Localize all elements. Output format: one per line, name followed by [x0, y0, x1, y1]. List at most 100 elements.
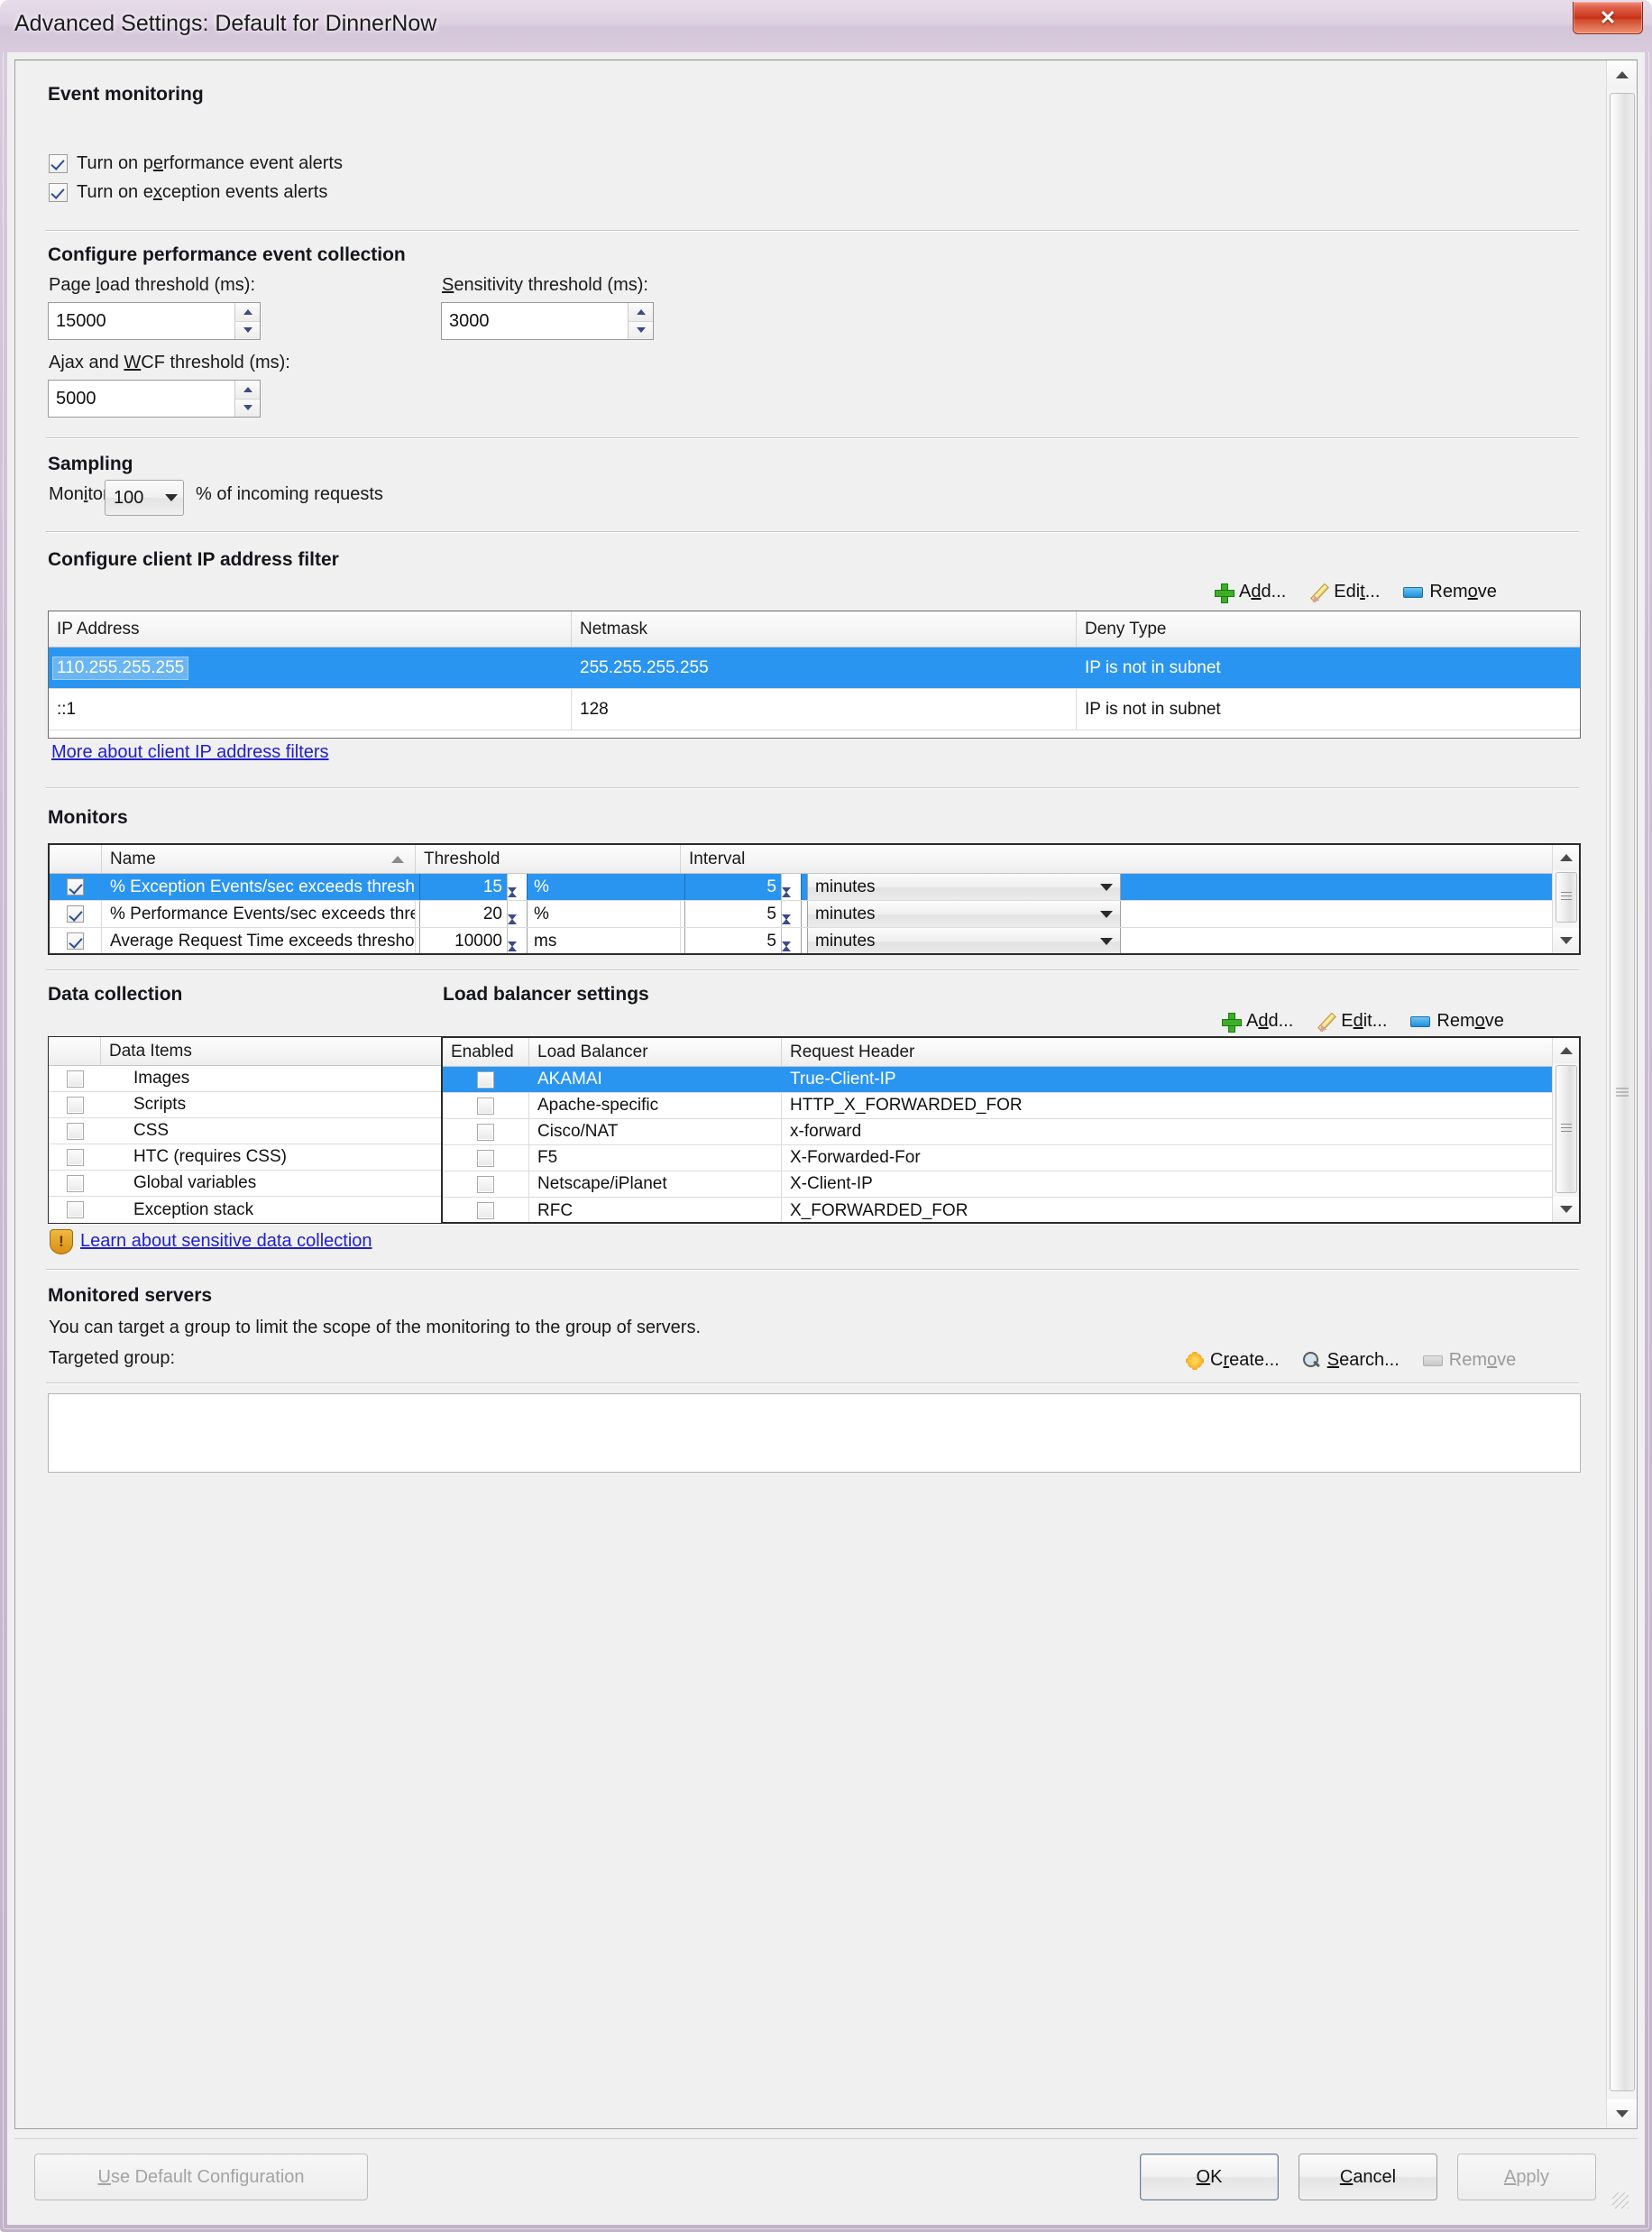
monitors-col-name[interactable]: Name: [102, 845, 416, 873]
data-item-checkbox-cell[interactable]: [49, 1197, 101, 1223]
scroll-up-icon[interactable]: [1553, 1038, 1579, 1063]
load-balancer-edit-button[interactable]: Edit...: [1317, 1011, 1387, 1032]
monitors-cell-threshold[interactable]: 10000 ms: [416, 928, 681, 953]
scroll-up-icon[interactable]: [1607, 60, 1637, 89]
checkbox-scripts[interactable]: [66, 1096, 84, 1114]
checkbox-exception-stack[interactable]: [66, 1201, 84, 1218]
data-item-checkbox-cell[interactable]: [49, 1092, 101, 1117]
page-load-threshold-field[interactable]: 15000: [48, 302, 261, 340]
threshold-spinner[interactable]: [507, 874, 527, 900]
targeted-group-field[interactable]: [48, 1393, 1581, 1473]
monitors-col-interval[interactable]: Interval: [681, 845, 1579, 873]
monitors-cell-interval[interactable]: 5 minutes: [681, 874, 1579, 900]
checkbox-lb-enabled[interactable]: [477, 1149, 494, 1167]
table-row[interactable]: ::1 128 IP is not in subnet: [49, 689, 1580, 730]
checkbox-lb-enabled[interactable]: [477, 1097, 494, 1115]
spinner-down-icon[interactable]: [629, 321, 653, 339]
checkbox-monitor-enabled[interactable]: [67, 878, 84, 896]
load-balancer-grid-scrollbar[interactable]: [1552, 1038, 1579, 1222]
checkbox-images[interactable]: [66, 1070, 84, 1088]
data-item-checkbox-cell[interactable]: [49, 1066, 101, 1091]
lb-cell-enabled[interactable]: [443, 1198, 529, 1222]
spinner-down-icon[interactable]: [235, 321, 260, 339]
table-row[interactable]: RFC X_FORWARDED_FOR: [443, 1198, 1579, 1222]
ip-filter-edit-button[interactable]: Edit...: [1309, 582, 1380, 602]
scroll-down-icon[interactable]: [1553, 1197, 1579, 1222]
ip-filter-remove-button[interactable]: Remove: [1403, 582, 1497, 602]
monitored-servers-search-button[interactable]: Search...: [1302, 1350, 1400, 1371]
ip-filter-col-netmask[interactable]: Netmask: [572, 611, 1077, 647]
table-row[interactable]: 110.255.255.255 255.255.255.255 IP is no…: [49, 648, 1580, 689]
lb-cell-enabled[interactable]: [443, 1093, 529, 1118]
sensitivity-threshold-spinner[interactable]: [628, 303, 653, 339]
load-balancer-scroll-thumb[interactable]: [1556, 1065, 1577, 1193]
interval-spinner[interactable]: [781, 874, 801, 900]
table-row[interactable]: Cisco/NAT x-forward: [443, 1119, 1579, 1145]
lb-cell-enabled[interactable]: [443, 1119, 529, 1144]
main-scroll-thumb[interactable]: [1610, 93, 1635, 2091]
lb-cell-enabled[interactable]: [443, 1145, 529, 1171]
lb-col-header[interactable]: Request Header: [782, 1038, 1579, 1066]
lb-col-enabled[interactable]: Enabled: [443, 1038, 529, 1066]
checkbox-monitor-enabled[interactable]: [67, 932, 84, 950]
table-row[interactable]: % Performance Events/sec exceeds thresho…: [50, 901, 1579, 928]
sensitive-data-link[interactable]: Learn about sensitive data collection: [80, 1231, 372, 1252]
checkbox-global-variables[interactable]: [66, 1174, 84, 1192]
table-row[interactable]: F5 X-Forwarded-For: [443, 1145, 1579, 1171]
checkbox-exception-events-alerts[interactable]: [49, 183, 68, 202]
checkbox-htc[interactable]: [66, 1148, 84, 1166]
monitors-cell-threshold[interactable]: 20 %: [416, 901, 681, 927]
data-item-checkbox-cell[interactable]: [49, 1144, 101, 1170]
monitors-cell-threshold[interactable]: 15 %: [416, 874, 681, 900]
checkbox-lb-enabled[interactable]: [477, 1202, 494, 1219]
interval-spinner[interactable]: [781, 901, 801, 927]
interval-unit-combo[interactable]: minutes: [807, 901, 1121, 927]
cancel-button[interactable]: Cancel: [1299, 2154, 1437, 2200]
sampling-percent-combo[interactable]: 100: [105, 480, 184, 516]
interval-unit-combo[interactable]: minutes: [807, 928, 1121, 953]
scroll-down-icon[interactable]: [1553, 928, 1579, 953]
page-load-threshold-spinner[interactable]: [234, 303, 260, 339]
table-row[interactable]: % Exception Events/sec exceeds threshold…: [50, 874, 1579, 901]
checkbox-css[interactable]: [66, 1122, 84, 1140]
interval-spinner[interactable]: [781, 928, 801, 953]
spinner-up-icon[interactable]: [235, 381, 260, 400]
data-item-checkbox-cell[interactable]: [49, 1118, 101, 1144]
monitors-cell-interval[interactable]: 5 minutes: [681, 901, 1579, 927]
spinner-up-icon[interactable]: [629, 303, 653, 322]
spinner-down-icon[interactable]: [235, 399, 260, 417]
scroll-down-icon[interactable]: [1607, 2099, 1637, 2128]
checkbox-performance-event-alerts[interactable]: [49, 154, 68, 173]
close-button[interactable]: ✕: [1573, 2, 1643, 34]
table-row[interactable]: Average Request Time exceeds threshold 1…: [50, 928, 1579, 953]
monitors-cell-check[interactable]: [50, 901, 102, 927]
data-item-checkbox-cell[interactable]: [49, 1171, 101, 1196]
table-row[interactable]: AKAMAI True-Client-IP: [443, 1067, 1579, 1093]
monitors-cell-interval[interactable]: 5 minutes: [681, 928, 1579, 953]
monitors-scroll-thumb[interactable]: [1556, 872, 1577, 923]
spinner-up-icon[interactable]: [235, 303, 260, 322]
checkbox-monitor-enabled[interactable]: [67, 905, 84, 923]
load-balancer-grid[interactable]: Enabled Load Balancer Request Header AKA…: [441, 1036, 1581, 1224]
ip-filter-col-deny[interactable]: Deny Type: [1077, 611, 1580, 647]
ajax-wcf-threshold-spinner[interactable]: [234, 381, 260, 417]
ip-filter-add-button[interactable]: Add...: [1215, 582, 1286, 603]
threshold-spinner[interactable]: [507, 901, 527, 927]
scroll-up-icon[interactable]: [1553, 845, 1579, 870]
ip-filter-col-ip[interactable]: IP Address: [49, 611, 572, 647]
monitors-cell-check[interactable]: [50, 874, 102, 900]
main-vertical-scrollbar[interactable]: [1606, 60, 1637, 2128]
ok-button[interactable]: OK: [1140, 2154, 1279, 2200]
monitors-grid[interactable]: Name Threshold Interval % Exception Even…: [48, 843, 1581, 955]
checkbox-lb-enabled[interactable]: [477, 1123, 494, 1141]
load-balancer-add-button[interactable]: Add...: [1222, 1011, 1293, 1033]
checkbox-lb-enabled[interactable]: [477, 1175, 494, 1193]
table-row[interactable]: Apache-specific HTTP_X_FORWARDED_FOR: [443, 1093, 1579, 1119]
load-balancer-remove-button[interactable]: Remove: [1410, 1011, 1504, 1032]
monitors-col-threshold[interactable]: Threshold: [416, 845, 681, 873]
lb-cell-enabled[interactable]: [443, 1067, 529, 1092]
resize-grip[interactable]: [1612, 2192, 1629, 2209]
checkbox-lb-enabled[interactable]: [477, 1070, 494, 1088]
ip-filter-grid[interactable]: IP Address Netmask Deny Type 110.255.255…: [48, 611, 1581, 739]
monitors-grid-scrollbar[interactable]: [1552, 845, 1579, 953]
